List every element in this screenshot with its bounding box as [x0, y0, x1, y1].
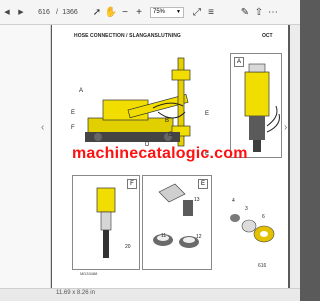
page-title: HOSE CONNECTION / SLANGANSLUTNING: [74, 33, 181, 39]
scroll-mode-icon[interactable]: ≡: [204, 5, 218, 19]
right-scrollbar-strip[interactable]: [290, 25, 300, 288]
annotate-icon[interactable]: ✎: [238, 5, 252, 19]
callout-3: 3: [245, 206, 248, 212]
ring-parts-illustration: [230, 214, 275, 243]
fit-page-icon[interactable]: ⤢: [190, 5, 204, 19]
panel-parts-right: 4 3 6: [214, 175, 282, 270]
share-icon[interactable]: ⇧: [252, 5, 266, 19]
panel-label-a: A: [234, 57, 244, 67]
callout-e2: E: [205, 111, 210, 117]
page-size: 11.69 x 8.26 in: [56, 290, 95, 296]
status-bar: 11.69 x 8.26 in: [0, 288, 300, 301]
callout-f: F: [71, 125, 75, 131]
panel-label-f: F: [127, 179, 137, 189]
zoom-in-icon[interactable]: +: [132, 5, 146, 19]
callout-c: C: [168, 132, 173, 138]
panel-a: A: [230, 53, 282, 158]
callout-4: 4: [232, 198, 235, 204]
forward-icon[interactable]: ▶: [14, 8, 28, 16]
connector-illustration-a: [244, 63, 280, 152]
hose-part-illustration-f: [96, 187, 116, 258]
callout-b: B: [165, 118, 170, 124]
toolbar: ◀ ▶ 616 / 1366 ➚ ✋ − + 75% ▼ ⤢ ≡ ✎ ⇧ ⋯: [0, 0, 300, 25]
panel-e: E 13 11 12: [142, 175, 212, 270]
callout-e: E: [71, 110, 76, 116]
figure-code: MD33488: [80, 271, 98, 276]
callout-11: 11: [161, 233, 167, 239]
main-diagram: A E B E F C D E: [71, 49, 222, 159]
callout-12: 12: [196, 234, 202, 240]
watermark-text: machinecatalogic.com: [72, 145, 248, 162]
back-icon[interactable]: ◀: [0, 8, 14, 16]
left-page-arrow[interactable]: ‹: [41, 122, 44, 133]
page-total: 1366: [62, 8, 78, 16]
page-number: 616: [258, 263, 267, 269]
more-icon[interactable]: ⋯: [266, 5, 280, 19]
document-page: HOSE CONNECTION / SLANGANSLUTNING OCT A …: [52, 25, 288, 288]
callout-13: 13: [194, 197, 200, 203]
callout-20: 20: [125, 244, 131, 250]
zoom-out-icon[interactable]: −: [118, 5, 132, 19]
zoom-select[interactable]: 75% ▼: [150, 6, 184, 18]
right-page-arrow[interactable]: ›: [284, 122, 287, 133]
panel-f: F 20: [72, 175, 140, 270]
left-sidebar: [0, 25, 51, 288]
hand-icon[interactable]: ✋: [104, 5, 118, 19]
callout-a: A: [79, 88, 84, 94]
panel-label-e: E: [198, 179, 208, 189]
seal-parts-illustration-e: [153, 183, 199, 248]
pointer-icon[interactable]: ➚: [90, 5, 104, 19]
page-corner-text: OCT: [262, 33, 273, 39]
callout-6: 6: [262, 214, 265, 220]
page-current[interactable]: 616: [34, 9, 54, 16]
